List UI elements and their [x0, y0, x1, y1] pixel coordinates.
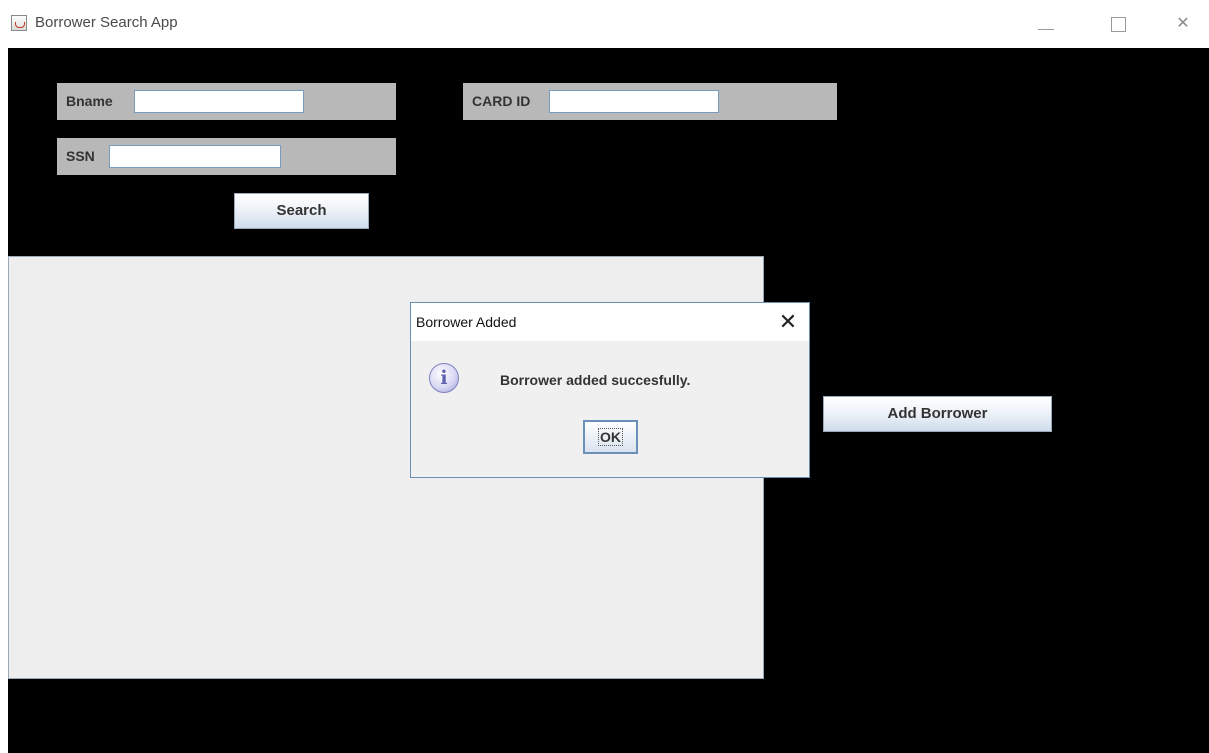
- card-id-label: CARD ID: [472, 93, 531, 109]
- ssn-label: SSN: [66, 148, 95, 164]
- dialog-titlebar[interactable]: Borrower Added ✕: [411, 303, 809, 341]
- window-titlebar[interactable]: Borrower Search App ✕: [0, 0, 1209, 48]
- minimize-button[interactable]: [1031, 10, 1061, 38]
- add-borrower-button[interactable]: Add Borrower: [823, 396, 1052, 432]
- window-title: Borrower Search App: [35, 14, 178, 31]
- close-icon: ✕: [778, 309, 798, 334]
- borrower-added-dialog: Borrower Added ✕ i Borrower added succes…: [410, 302, 810, 478]
- close-window-button[interactable]: ✕: [1168, 10, 1198, 38]
- bname-panel: Bname: [57, 83, 396, 120]
- java-cup-icon: [11, 15, 27, 31]
- bname-label: Bname: [66, 93, 113, 109]
- card-id-panel: CARD ID: [463, 83, 837, 120]
- ssn-input[interactable]: [109, 145, 281, 168]
- card-id-input[interactable]: [549, 90, 719, 113]
- dialog-close-button[interactable]: ✕: [773, 307, 803, 337]
- bname-input[interactable]: [134, 90, 304, 113]
- ok-button[interactable]: OK: [583, 420, 638, 454]
- search-button[interactable]: Search: [234, 193, 369, 229]
- dialog-message: Borrower added succesfully.: [500, 372, 691, 388]
- ok-button-label: OK: [598, 428, 623, 446]
- dialog-title: Borrower Added: [416, 314, 517, 330]
- ssn-panel: SSN: [57, 138, 396, 175]
- maximize-button[interactable]: [1103, 10, 1133, 38]
- close-icon: ✕: [1176, 15, 1190, 32]
- info-icon: i: [429, 363, 459, 393]
